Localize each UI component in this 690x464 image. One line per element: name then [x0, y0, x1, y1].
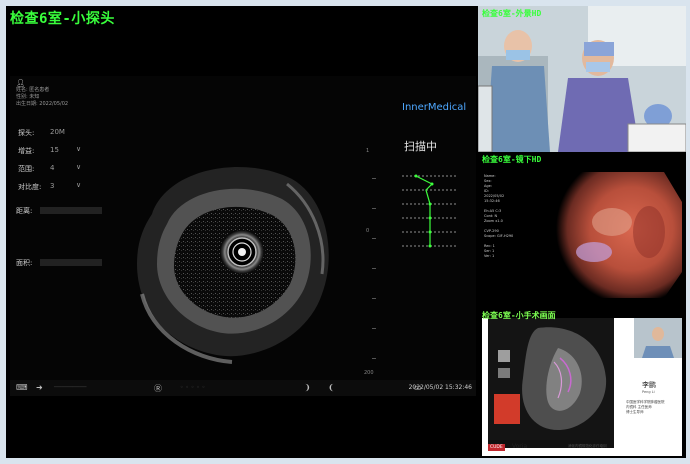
- rotate-right-icon[interactable]: ❨: [328, 383, 335, 392]
- chevron-down-icon[interactable]: ∨: [76, 181, 81, 189]
- presenter-video: [634, 318, 682, 358]
- probe-param: 探头: 20M: [18, 128, 65, 138]
- presenter-detail: 中国医学科学院肿瘤医院 内镜科 主任医师 博士生导师: [626, 400, 665, 415]
- procedure-ultrasound-image: [488, 318, 614, 440]
- gain-select[interactable]: 增益: 15 ∨: [18, 145, 81, 156]
- keyboard-icon[interactable]: ⌨: [16, 383, 28, 392]
- rotate-left-icon[interactable]: ❩: [304, 383, 311, 392]
- contrast-select[interactable]: 对比度: 3 ∨: [18, 181, 81, 192]
- toolbar-faint-icons: ◦ ◦ ◦ ◦ ◦: [180, 384, 206, 391]
- footer-logo: CUDE: [488, 444, 505, 451]
- presenter-pinyin: Peng Li: [642, 390, 655, 394]
- screen-frame: 检查6室-小探头 👤︎ 姓名: 匿名患者 性别: 未知 出生日期: 2022/0…: [6, 6, 686, 458]
- operating-room-image: [478, 6, 686, 152]
- brand-logo: InnerMedical: [402, 102, 467, 113]
- datetime: 2022/05/02 15:32:46: [408, 384, 472, 391]
- chevron-down-icon[interactable]: ∨: [76, 145, 81, 153]
- distance-field: 距离:: [16, 206, 102, 216]
- person-icon: 👤︎: [16, 79, 25, 87]
- procedure-view-panel: 检查6室-小手术画面 李鹏 Peng Li 中国医学科学院肿瘤医院 内镜科 主任…: [478, 304, 686, 458]
- probe-value: 20M: [50, 128, 65, 136]
- range-label: 范围:: [18, 165, 35, 173]
- osd-line: Ver: 1: [484, 254, 495, 258]
- scale-bottom-label: 200: [364, 370, 374, 376]
- endoscope-view-title: 检查6室-镜下HD: [482, 155, 542, 164]
- patient-name: 姓名: 匿名患者: [16, 87, 50, 93]
- arrow-right-icon[interactable]: ➜: [36, 383, 43, 392]
- footer-brand: Voria: [512, 443, 528, 450]
- ultrasound-screen: 👤︎ 姓名: 匿名患者 性别: 未知 出生日期: 2022/05/02 探头: …: [10, 76, 476, 394]
- scale-mid-label: 0: [366, 228, 370, 234]
- patient-birthdate: 出生日期: 2022/05/02: [16, 101, 69, 107]
- procedure-view-title: 检查6室-小手术画面: [482, 311, 556, 320]
- scale-top-label: 1: [366, 148, 370, 154]
- endoscope-image: [556, 172, 682, 298]
- presentation-slide: 李鹏 Peng Li 中国医学科学院肿瘤医院 内镜科 主任医师 博士生导师 CU…: [482, 318, 682, 456]
- depth-ruler: 1 0 200: [364, 148, 378, 376]
- scan-indicator: [402, 174, 458, 248]
- ultrasound-image: [137, 166, 329, 364]
- area-field: 面积:: [16, 258, 102, 268]
- main-ultrasound-view: 检查6室-小探头 👤︎ 姓名: 匿名患者 性别: 未知 出生日期: 2022/0…: [6, 6, 478, 396]
- footer-text: 消化内镜规范化诊疗培训: [568, 444, 607, 448]
- probe-label: 探头:: [18, 129, 35, 137]
- chevron-down-icon[interactable]: ∨: [76, 163, 81, 171]
- contrast-label: 对比度:: [18, 183, 42, 191]
- endoscope-osd: Name: Sex: Age: ID: 2022/05/02 15:32:46 …: [484, 174, 513, 259]
- endoscope-view-panel: 检查6室-镜下HD Name: Sex: Age: ID: 2022/05/02…: [478, 152, 686, 304]
- presenter-name: 李鹏: [642, 381, 656, 389]
- patient-info: 👤︎ 姓名: 匿名患者 性别: 未知 出生日期: 2022/05/02: [16, 80, 68, 108]
- gain-label: 增益:: [18, 147, 35, 155]
- bottom-toolbar: ⌨ ➜ ───────── Ⓡ ◦ ◦ ◦ ◦ ◦ ❩ ❨ ▭ 2022/05/…: [10, 380, 476, 396]
- presenter-detail-line: 博士生导师: [626, 410, 644, 414]
- area-value-box: [40, 259, 102, 266]
- external-view-title: 检查6室-外景HD: [482, 9, 542, 18]
- distance-label: 距离:: [16, 207, 33, 215]
- osd-line: Scope: GIF-H290: [484, 234, 514, 238]
- range-select[interactable]: 范围: 4 ∨: [18, 163, 81, 174]
- area-label: 面积:: [16, 259, 33, 267]
- reset-icon[interactable]: Ⓡ: [154, 383, 162, 394]
- external-view-panel: 检查6室-外景HD: [478, 6, 686, 152]
- distance-value-box: [40, 207, 102, 214]
- scan-status: 扫描中: [404, 140, 437, 153]
- placeholder-bar: ─────────: [54, 384, 87, 391]
- slide-video-area: [488, 318, 614, 448]
- patient-sex: 性别: 未知: [16, 94, 40, 100]
- main-view-title: 检查6室-小探头: [10, 11, 115, 27]
